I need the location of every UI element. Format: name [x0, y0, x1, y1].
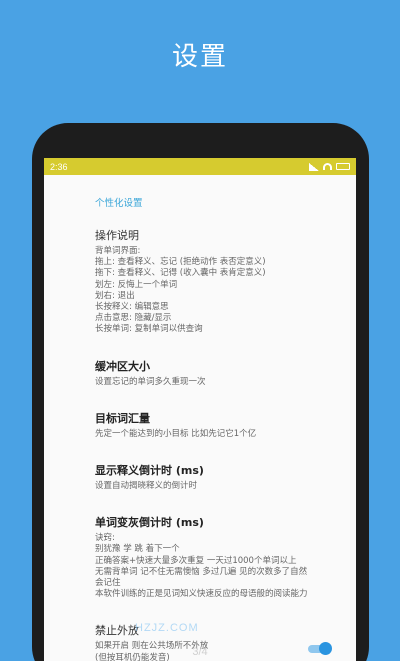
setting-line: 诀窍:: [95, 533, 115, 544]
setting-operation-guide[interactable]: 操作说明 背单词界面: 拖上: 查看释义、忘记 (拒绝动作 表否定意义) 拖下:…: [95, 227, 332, 336]
setting-line: 正确答案+快速大量多次重复 一天过1000个单词以上: [95, 555, 297, 566]
setting-word-fade-countdown[interactable]: 单词变灰倒计时 (ms) 诀窍: 别犹豫 学 跳 着下一个 正确答案+快速大量多…: [95, 514, 332, 600]
setting-title: 单词变灰倒计时 (ms): [95, 516, 204, 530]
setting-buffer-size[interactable]: 缓冲区大小 设置忘记的单词多久重现一次: [95, 358, 332, 388]
setting-title: 操作说明: [95, 229, 139, 242]
setting-line: 长按释义: 编辑意思: [95, 302, 169, 313]
setting-line: 会记住: [95, 578, 121, 589]
setting-line: 划右: 退出: [95, 290, 135, 301]
setting-line: 设置自动揭晓释义的倒计时: [95, 481, 198, 492]
setting-title: 目标词汇量: [95, 411, 150, 425]
phone-screen: 2:36 个性化设置 操作说明 背单词界面: 拖上: 查看释义、忘记 (拒绝动作…: [44, 158, 356, 661]
setting-line: 别犹豫 学 跳 着下一个: [95, 544, 180, 555]
setting-line: 背单词界面:: [95, 246, 141, 256]
section-header: 个性化设置: [95, 198, 143, 209]
setting-definition-countdown[interactable]: 显示释义倒计时 (ms) 设置自动揭晓释义的倒计时: [95, 462, 332, 492]
wifi-icon: [323, 163, 332, 170]
setting-line: 划左: 反悔上一个单词: [95, 279, 178, 290]
signal-icon: [309, 162, 319, 171]
banner-title: 设置: [171, 42, 228, 72]
setting-line: 长按单词: 复制单词以供查询: [95, 324, 203, 335]
setting-line: 先定一个能达到的小目标 比如先记它1个亿: [95, 428, 257, 439]
settings-list: 个性化设置 操作说明 背单词界面: 拖上: 查看释义、忘记 (拒绝动作 表否定意…: [44, 175, 356, 661]
setting-line: 无需背单词 记不住无需懊恼 多过几遍 见的次数多了自然: [95, 566, 308, 577]
setting-target-vocabulary[interactable]: 目标词汇量 先定一个能达到的小目标 比如先记它1个亿: [95, 410, 332, 440]
watermark-text: HZJZ.COM: [135, 622, 199, 634]
setting-line: 点击意思: 隐藏/显示: [95, 313, 172, 324]
setting-title: 禁止外放: [95, 624, 139, 638]
setting-line: 拖上: 查看释义、忘记 (拒绝动作 表否定意义): [95, 257, 266, 268]
battery-icon: [336, 163, 350, 170]
status-time: 2:36: [50, 161, 68, 172]
status-bar: 2:36: [44, 158, 356, 175]
setting-title: 显示释义倒计时 (ms): [95, 464, 204, 478]
setting-line: 设置忘记的单词多久重现一次: [95, 376, 206, 387]
status-icons: [309, 162, 350, 171]
setting-title: 缓冲区大小: [95, 359, 150, 373]
setting-line: 本软件训练的正是见词知义快速反应的母语般的阅读能力: [95, 589, 308, 600]
page-indicator: 3/4: [192, 646, 208, 658]
setting-line: 拖下: 查看释义、记得 (收入囊中 表肯定意义): [95, 268, 266, 279]
